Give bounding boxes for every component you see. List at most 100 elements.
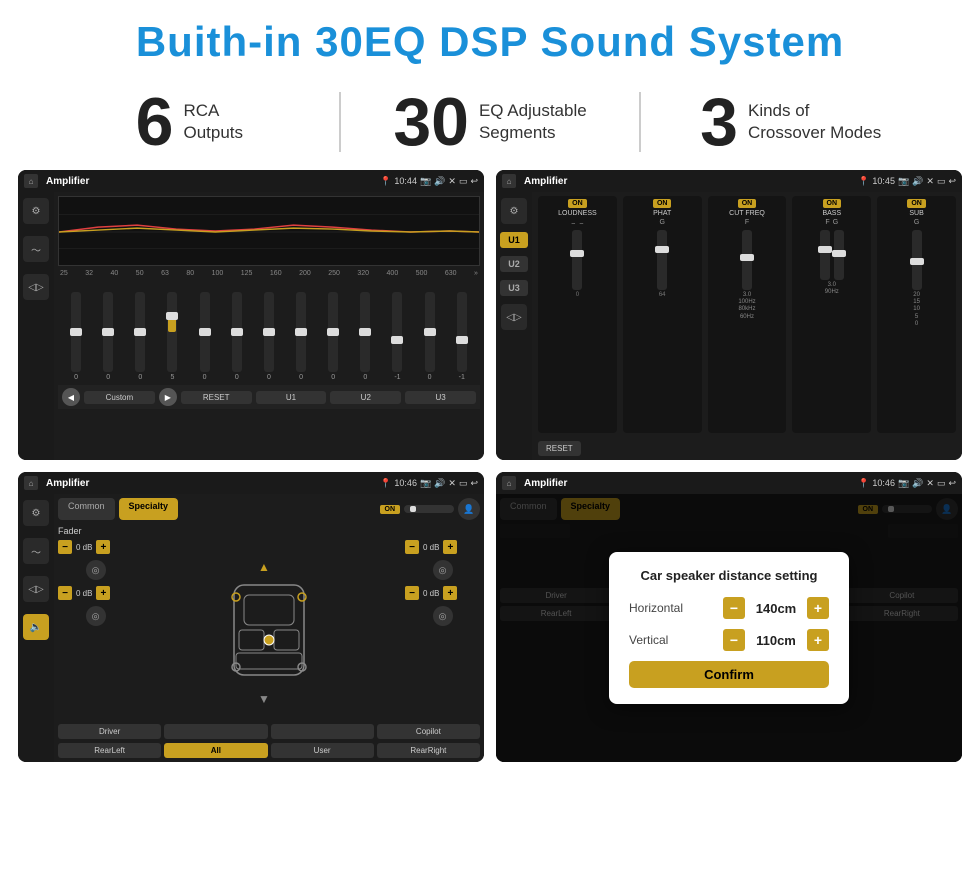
phat-on[interactable]: ON — [653, 199, 672, 208]
horizontal-plus[interactable]: + — [807, 597, 829, 619]
bass-on[interactable]: ON — [823, 199, 842, 208]
driver-btn[interactable]: Driver — [58, 724, 161, 739]
home-icon-4[interactable]: ⌂ — [502, 476, 516, 490]
eq-slider-8[interactable]: 0 — [296, 292, 306, 381]
distance-dialog: Car speaker distance setting Horizontal … — [609, 552, 849, 704]
left-bottom-value: 0 dB — [76, 589, 92, 598]
status-bar-1: ⌂ Amplifier 📍 10:44 📷 🔊 ✕ ▭ ↩ — [18, 170, 484, 192]
back-icon-4[interactable]: ↩ — [948, 478, 956, 489]
u3-side-btn[interactable]: U3 — [500, 280, 528, 296]
battery-icon-3: ▭ — [459, 478, 468, 489]
eq-slider-5[interactable]: 0 — [200, 292, 210, 381]
eq-slider-4[interactable]: 5 — [167, 292, 177, 381]
time-1: 10:44 — [394, 176, 417, 186]
speaker-filter-btn[interactable]: ⚙ — [23, 500, 49, 526]
rearleft-btn[interactable]: RearLeft — [58, 743, 161, 758]
eq-prev-btn[interactable]: ◀ — [62, 388, 80, 406]
eq-u3-btn[interactable]: U3 — [405, 391, 476, 404]
crossover-side: ⚙ U1 U2 U3 ◁▷ — [496, 192, 532, 460]
home-icon-3[interactable]: ⌂ — [24, 476, 38, 490]
eq-slider-13[interactable]: -1 — [457, 292, 467, 381]
status-icons-1: 📍 10:44 📷 🔊 ✕ ▭ ↩ — [380, 176, 478, 187]
bass-slider-g[interactable] — [834, 230, 844, 280]
left-top-plus[interactable]: + — [96, 540, 110, 554]
speaker-bottom-btns2: RearLeft All User RearRight — [58, 743, 480, 758]
left-bottom-minus[interactable]: − — [58, 586, 72, 600]
eq-wave-btn[interactable]: 〜 — [23, 236, 49, 262]
speaker-vol-btn[interactable]: ◁▷ — [23, 576, 49, 602]
crossover-vol-btn[interactable]: ◁▷ — [501, 304, 527, 330]
fader-slider[interactable] — [404, 505, 454, 513]
crossover-main: ON LOUDNESS ~ ~ 0 ON PHA — [532, 192, 962, 460]
loudness-on[interactable]: ON — [568, 199, 587, 208]
vertical-minus[interactable]: − — [723, 629, 745, 651]
right-bottom-minus[interactable]: − — [405, 586, 419, 600]
crossover-reset-btn[interactable]: RESET — [538, 441, 581, 456]
speaker-icon-right-bottom: ◎ — [433, 606, 453, 626]
screen2-title: Amplifier — [524, 176, 854, 187]
svg-text:▼: ▼ — [258, 692, 270, 705]
eq-main: 2532405063 80100125160200 25032040050063… — [54, 192, 484, 460]
phat-slider[interactable] — [657, 230, 667, 290]
eq-reset-btn[interactable]: RESET — [181, 391, 252, 404]
eq-slider-6[interactable]: 0 — [232, 292, 242, 381]
right-bottom-plus[interactable]: + — [443, 586, 457, 600]
eq-volume-btn[interactable]: ◁▷ — [23, 274, 49, 300]
copilot-btn[interactable]: Copilot — [377, 724, 480, 739]
right-bottom-value: 0 dB — [423, 589, 439, 598]
confirm-button[interactable]: Confirm — [629, 661, 829, 688]
tab-specialty[interactable]: Specialty — [119, 498, 179, 520]
rearright-btn[interactable]: RearRight — [377, 743, 480, 758]
sub-slider[interactable] — [912, 230, 922, 290]
left-top-minus[interactable]: − — [58, 540, 72, 554]
bass-slider-f[interactable] — [820, 230, 830, 280]
eq-slider-1[interactable]: 0 — [71, 292, 81, 381]
eq-side-panel: ⚙ 〜 ◁▷ — [18, 192, 54, 460]
screen3-content: ⚙ 〜 ◁▷ 🔈 Common Specialty ON 👤 Fader — [18, 494, 484, 762]
cutfreq-on[interactable]: ON — [738, 199, 757, 208]
cutfreq-slider[interactable] — [742, 230, 752, 290]
tab-common[interactable]: Common — [58, 498, 115, 520]
back-icon-3[interactable]: ↩ — [470, 478, 478, 489]
eq-slider-12[interactable]: 0 — [425, 292, 435, 381]
eq-slider-7[interactable]: 0 — [264, 292, 274, 381]
eq-slider-2[interactable]: 0 — [103, 292, 113, 381]
dialog-overlay: Car speaker distance setting Horizontal … — [496, 494, 962, 762]
horizontal-minus[interactable]: − — [723, 597, 745, 619]
home-icon-2[interactable]: ⌂ — [502, 174, 516, 188]
back-icon[interactable]: ↩ — [470, 176, 478, 187]
eq-next-btn[interactable]: ▶ — [159, 388, 177, 406]
crossover-filter-btn[interactable]: ⚙ — [501, 198, 527, 224]
all-btn[interactable]: All — [164, 743, 267, 758]
speaker-main: Common Specialty ON 👤 Fader − 0 dB — [54, 494, 484, 762]
speaker-wave-btn[interactable]: 〜 — [23, 538, 49, 564]
speaker-speaker-btn[interactable]: 🔈 — [23, 614, 49, 640]
eq-u1-btn[interactable]: U1 — [256, 391, 327, 404]
right-top-minus[interactable]: − — [405, 540, 419, 554]
eq-slider-9[interactable]: 0 — [328, 292, 338, 381]
u2-side-btn[interactable]: U2 — [500, 256, 528, 272]
back-icon-2[interactable]: ↩ — [948, 176, 956, 187]
right-top-plus[interactable]: + — [443, 540, 457, 554]
empty-btn2 — [271, 724, 374, 739]
stat-rca-number: 6 — [136, 88, 174, 156]
screen-distance: ⌂ Amplifier 📍 10:46 📷 🔊 ✕ ▭ ↩ Common Spe… — [496, 472, 962, 762]
eq-u2-btn[interactable]: U2 — [330, 391, 401, 404]
eq-slider-3[interactable]: 0 — [135, 292, 145, 381]
speaker-tabs: Common Specialty ON 👤 — [58, 498, 480, 520]
left-bottom-plus[interactable]: + — [96, 586, 110, 600]
vertical-plus[interactable]: + — [807, 629, 829, 651]
eq-slider-10[interactable]: 0 — [360, 292, 370, 381]
user-btn[interactable]: User — [271, 743, 374, 758]
close-icon-2: ✕ — [926, 176, 934, 187]
eq-filters-btn[interactable]: ⚙ — [23, 198, 49, 224]
home-icon[interactable]: ⌂ — [24, 174, 38, 188]
u1-side-btn[interactable]: U1 — [500, 232, 528, 248]
cutfreq-label: CUT FREQ — [729, 210, 765, 217]
loudness-slider[interactable] — [572, 230, 582, 290]
sub-on[interactable]: ON — [907, 199, 926, 208]
screen1-title: Amplifier — [46, 176, 376, 187]
right-bottom-db: − 0 dB + — [405, 586, 480, 600]
right-controls: − 0 dB + ◎ − 0 dB + ◎ — [405, 540, 480, 720]
eq-slider-11[interactable]: -1 — [392, 292, 402, 381]
